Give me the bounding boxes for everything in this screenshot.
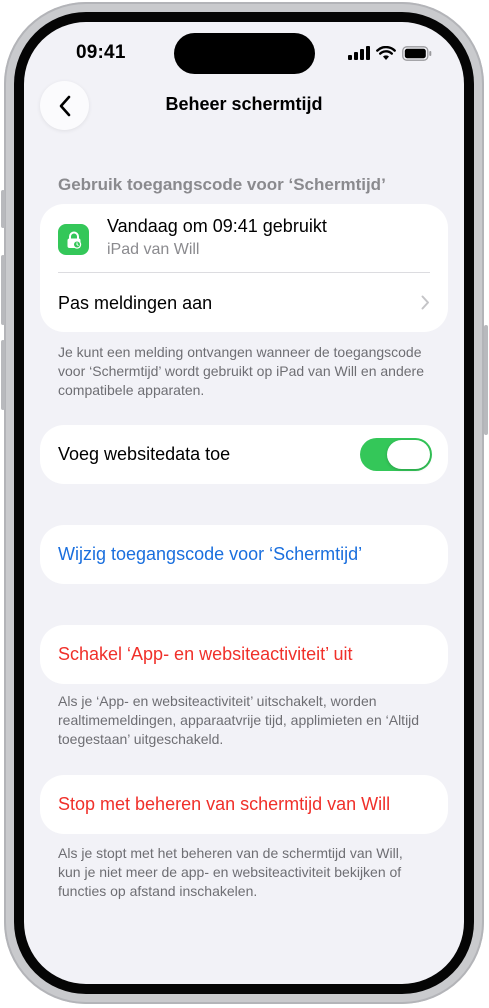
toggle-knob — [387, 440, 430, 469]
passcode-section-header: Gebruik toegangscode voor ‘Schermtijd’ — [58, 175, 386, 194]
volume-up-button — [1, 255, 5, 325]
lock-clock-icon — [58, 224, 89, 255]
disable-activity-group[interactable]: Schakel ‘App- en websiteactiviteit’ uit — [40, 625, 448, 684]
wifi-icon — [376, 45, 396, 60]
notifications-label: Pas meldingen aan — [58, 293, 213, 313]
page-title: Beheer schermtijd — [165, 94, 323, 114]
disable-activity-button[interactable]: Schakel ‘App- en websiteactiviteit’ uit — [58, 644, 352, 665]
stop-managing-button[interactable]: Stop met beheren van schermtijd van Will — [58, 794, 390, 815]
notifications-footnote: Je kunt een melding ontvangen wanneer de… — [58, 344, 424, 398]
stop-managing-group[interactable]: Stop met beheren van schermtijd van Will — [40, 775, 448, 834]
screen: 09:41 Beheer schermtijd Gebruik toegangs… — [24, 22, 464, 984]
side-button — [484, 325, 488, 435]
website-data-toggle[interactable] — [360, 438, 432, 471]
cellular-signal-icon — [348, 46, 370, 60]
stop-managing-footnote: Als je stopt met het beheren van de sche… — [58, 845, 403, 899]
battery-icon — [402, 45, 432, 61]
website-data-label: Voeg websitedata toe — [58, 444, 231, 464]
chevron-right-icon — [421, 295, 429, 310]
mute-switch — [1, 190, 5, 228]
change-passcode-button[interactable]: Wijzig toegangscode voor ‘Schermtijd’ — [58, 544, 362, 565]
notifications-row[interactable]: Pas meldingen aan — [40, 273, 448, 332]
website-data-group: Voeg websitedata toe — [40, 425, 448, 484]
disable-activity-footnote: Als je ‘App- en websiteactiviteit’ uitsc… — [58, 693, 420, 747]
passcode-usage-group: Vandaag om 09:41 gebruikt iPad van Will … — [40, 204, 448, 332]
usage-device: iPad van Will — [107, 241, 200, 258]
dynamic-island — [174, 33, 315, 74]
status-time: 09:41 — [76, 42, 126, 63]
status-icons — [348, 44, 432, 62]
usage-title: Vandaag om 09:41 gebruikt — [107, 216, 327, 236]
change-passcode-group[interactable]: Wijzig toegangscode voor ‘Schermtijd’ — [40, 525, 448, 584]
volume-down-button — [1, 340, 5, 410]
